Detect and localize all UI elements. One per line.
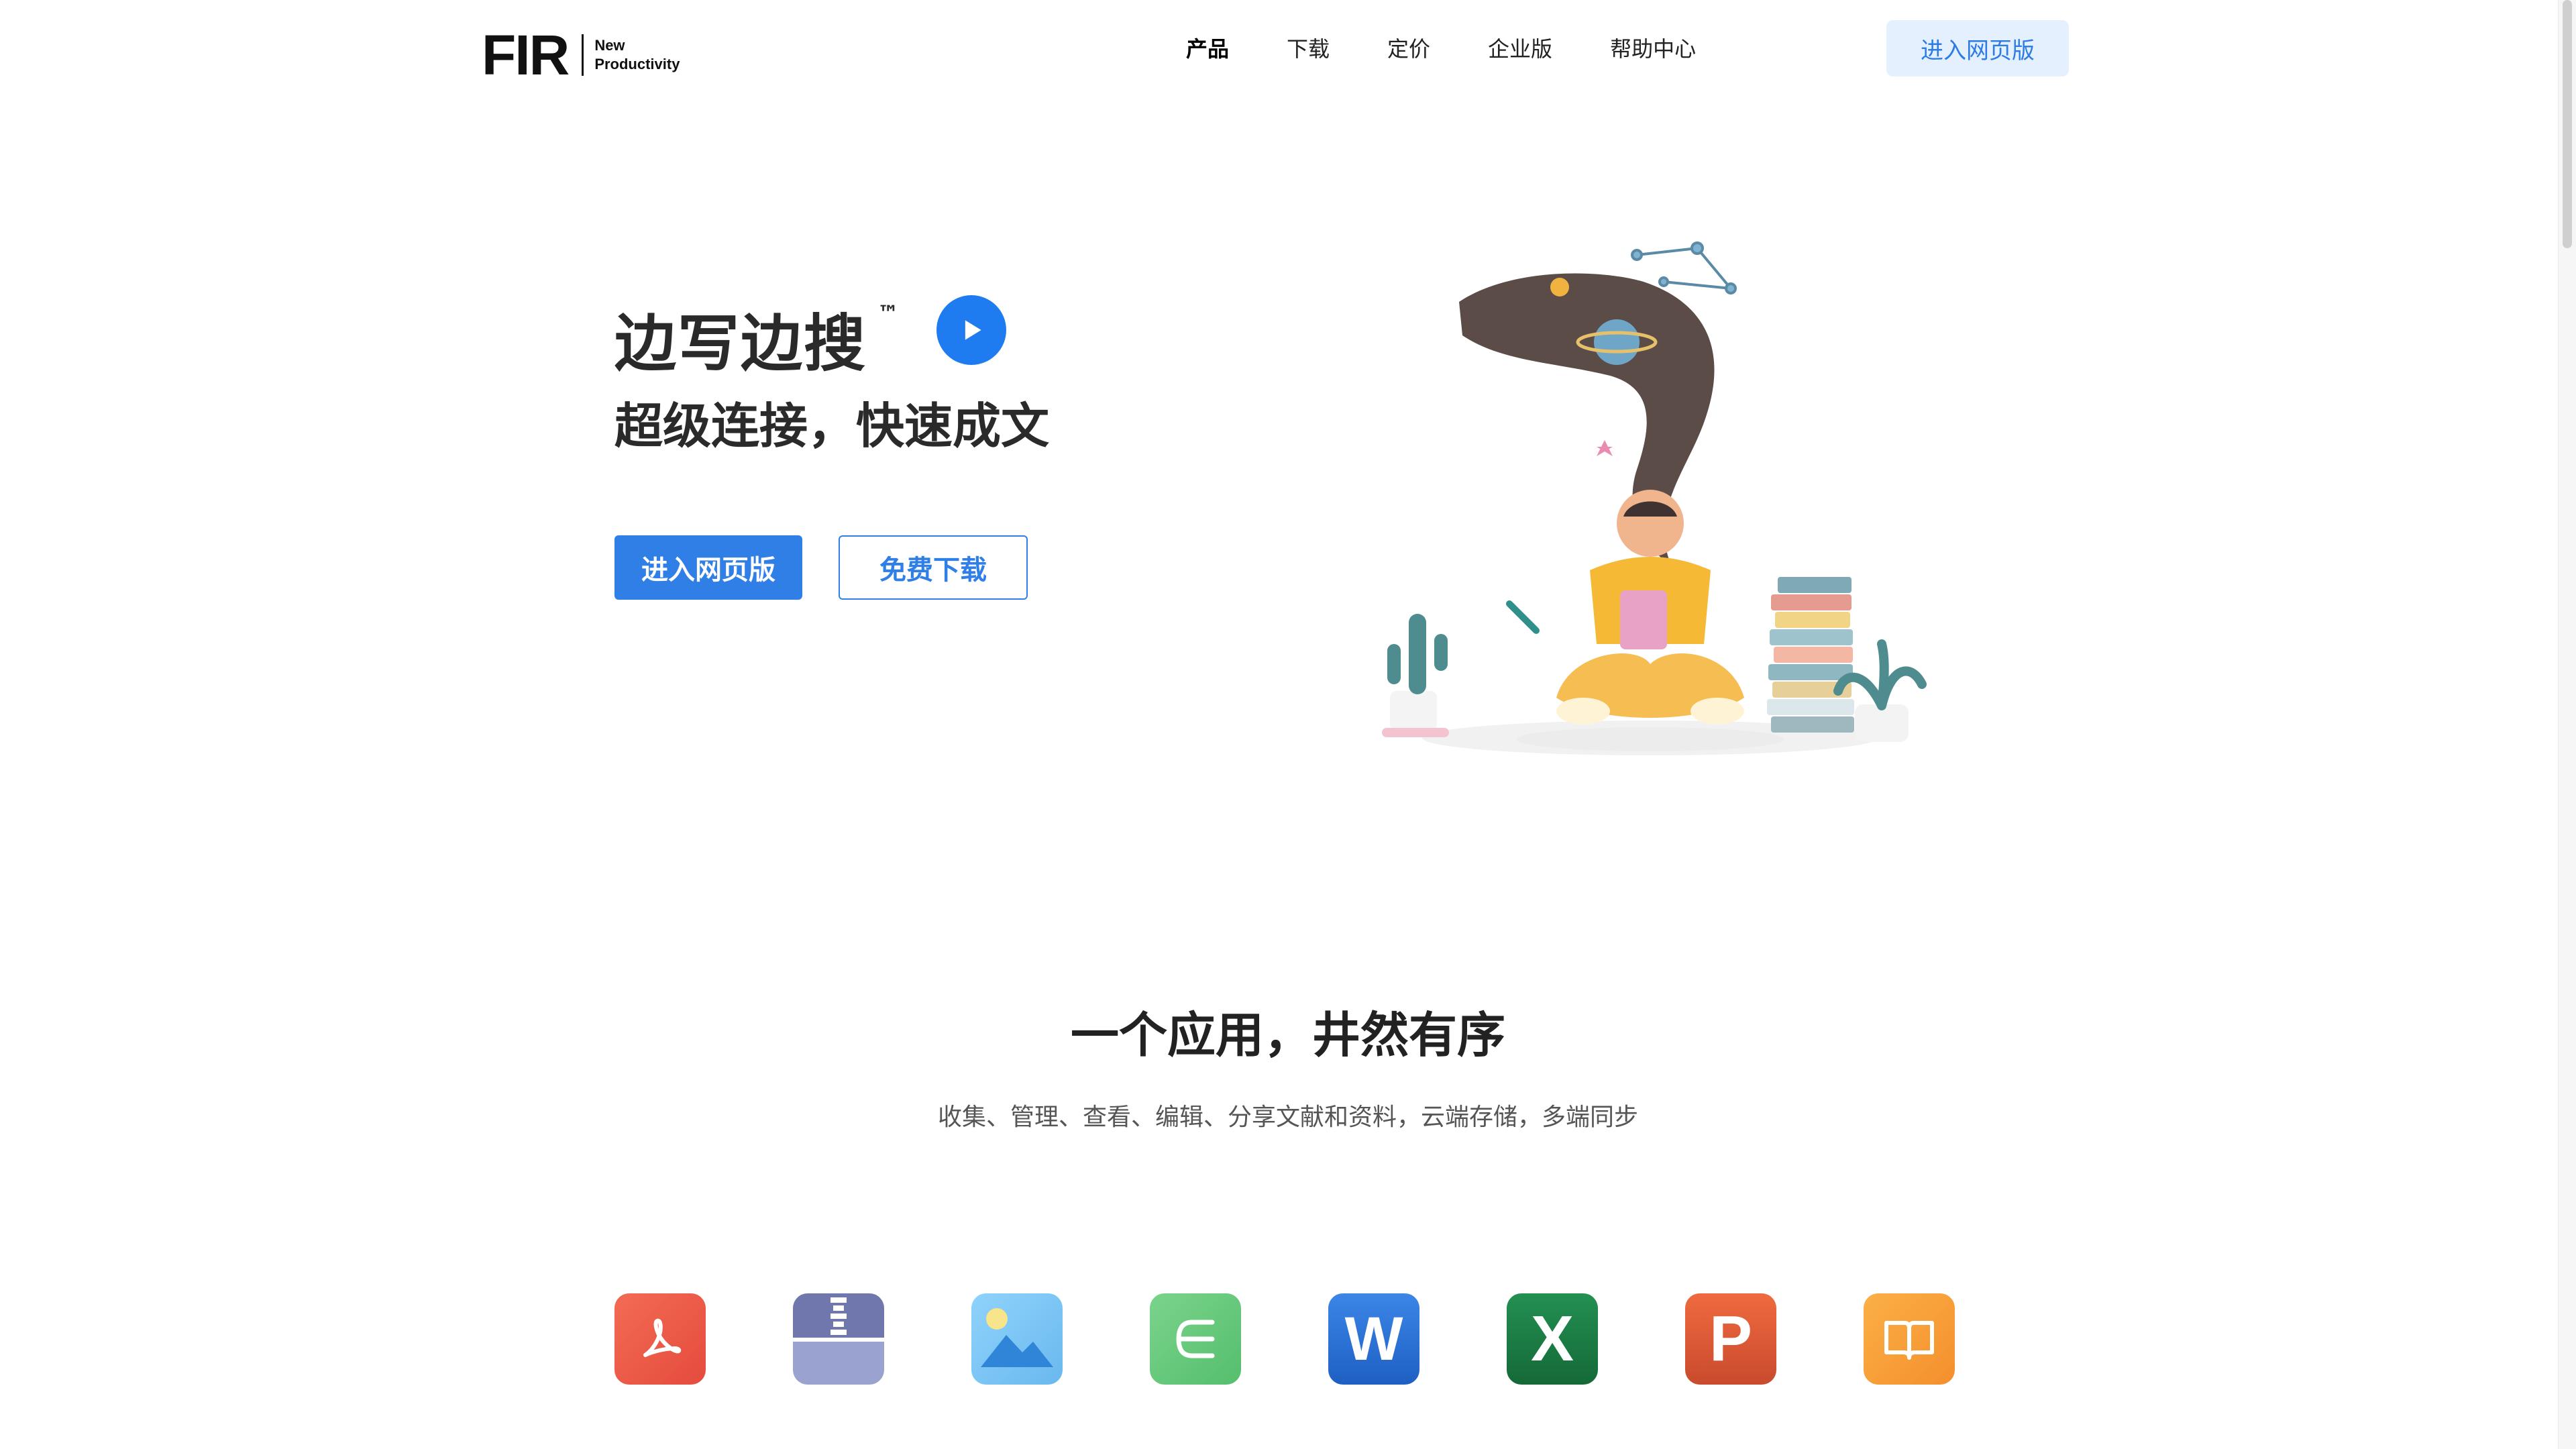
- nav-enterprise[interactable]: 企业版: [1488, 32, 1552, 63]
- section-title: 一个应用，井然有序: [1070, 1007, 1505, 1063]
- book-icon: [1864, 1293, 1955, 1385]
- nav-help-center[interactable]: 帮助中心: [1610, 32, 1696, 63]
- enter-web-button-header[interactable]: 进入网页版: [1886, 20, 2069, 76]
- scrollbar-thumb[interactable]: [2563, 0, 2572, 248]
- page-scrollbar[interactable]: [2558, 0, 2576, 1449]
- hero-title: 边写边搜: [614, 308, 867, 380]
- logo-mark: FIR: [482, 23, 570, 87]
- powerpoint-icon: P: [1685, 1293, 1776, 1385]
- enter-web-button[interactable]: 进入网页版: [614, 535, 802, 600]
- nav-pricing[interactable]: 定价: [1387, 32, 1430, 63]
- image-icon: [971, 1293, 1063, 1385]
- nav-product[interactable]: 产品: [1186, 32, 1229, 63]
- word-icon: W: [1328, 1293, 1419, 1385]
- pdf-icon: [614, 1293, 706, 1385]
- play-video-button[interactable]: [936, 295, 1006, 365]
- zip-icon: [793, 1293, 884, 1385]
- section-subtitle: 收集、管理、查看、编辑、分享文献和资料，云端存储，多端同步: [937, 1104, 1638, 1131]
- play-icon: [965, 320, 981, 340]
- logo-tagline-line1: New: [594, 37, 625, 54]
- logo-tagline-line2: Productivity: [594, 56, 680, 72]
- logo[interactable]: FIR New Productivity: [482, 27, 680, 83]
- excel-icon: X: [1507, 1293, 1598, 1385]
- hero-subtitle: 超级连接，快速成文: [614, 398, 1050, 454]
- logo-divider: [582, 34, 584, 76]
- nav-download[interactable]: 下载: [1287, 32, 1330, 63]
- file-type-icons: W X P: [614, 1293, 1956, 1387]
- logo-tagline: New Productivity: [594, 36, 680, 74]
- trademark-mark: ™: [877, 301, 899, 326]
- main-nav: 产品 下载 定价 企业版 帮助中心: [1186, 32, 1754, 63]
- mindmap-icon: [1150, 1293, 1241, 1385]
- hero-illustration: [1382, 241, 1927, 755]
- free-download-button[interactable]: 免费下载: [839, 535, 1028, 600]
